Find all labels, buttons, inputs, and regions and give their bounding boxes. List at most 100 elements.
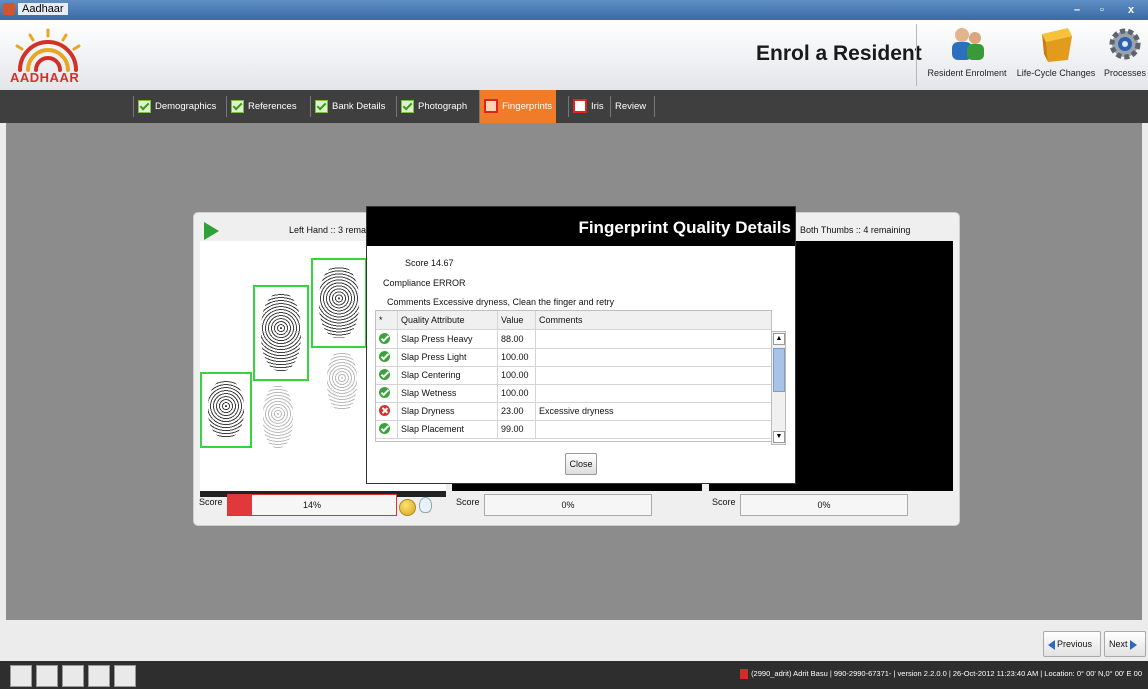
network-icon[interactable] <box>114 665 136 687</box>
people-icon <box>947 24 987 64</box>
attribute-cell: Slap Press Heavy <box>398 330 498 348</box>
close-window-button[interactable]: x <box>1120 2 1142 18</box>
play-icon[interactable] <box>204 222 219 240</box>
printer-icon[interactable] <box>88 665 110 687</box>
scroll-up-icon[interactable]: ▲ <box>773 333 785 345</box>
table-row[interactable]: Slap Centering 100.00 <box>376 366 771 385</box>
tab-references[interactable]: References <box>226 96 301 117</box>
left-hand-label: Left Hand :: 3 remain <box>289 225 374 235</box>
comment-cell <box>536 366 771 384</box>
table-scrollbar[interactable]: ▲ ▼ <box>771 331 786 445</box>
app-header: AADHAAR Enrol a Resident Resident Enrolm… <box>0 20 1148 91</box>
tab-bar: Demographics References Bank Details Pho… <box>0 90 1148 123</box>
page-title: Enrol a Resident <box>756 42 922 65</box>
both-thumbs-label: Both Thumbs :: 4 remaining <box>800 225 911 235</box>
attribute-cell: Slap Placement <box>398 420 498 438</box>
previous-button[interactable]: Previous <box>1043 631 1101 657</box>
tab-label: Bank Details <box>332 101 386 112</box>
nav-label: Resident Enrolment <box>927 68 1007 78</box>
eye-icon[interactable] <box>62 665 84 687</box>
column-header: Value <box>498 311 536 329</box>
table-row[interactable]: Slap Wetness 100.00 <box>376 384 771 403</box>
faint-fingerprint <box>327 351 357 411</box>
arrow-right-icon <box>1129 639 1137 650</box>
attribute-cell: Slap Dryness <box>398 402 498 420</box>
score-label: Score <box>712 497 736 507</box>
check-icon <box>138 99 151 113</box>
table-header: * Quality Attribute Value Comments <box>376 311 771 330</box>
status-flag-icon <box>740 669 749 680</box>
next-button[interactable]: Next <box>1104 631 1146 657</box>
smiley-icon <box>399 499 416 516</box>
value-cell: 99.00 <box>498 420 536 438</box>
value-cell: 100.00 <box>498 348 536 366</box>
table-row[interactable]: Slap Dryness 23.00 Excessive dryness <box>376 402 771 421</box>
pending-box-icon <box>484 99 498 114</box>
close-button[interactable]: Close <box>565 453 597 475</box>
dialog-header: Fingerprint Quality Details <box>367 207 795 246</box>
comment-cell <box>536 420 771 438</box>
value-cell: 23.00 <box>498 402 536 420</box>
score-label: Score <box>456 497 480 507</box>
score-bar-thumbs: 0% <box>740 494 908 516</box>
quality-comments: Comments Excessive dryness, Clean the fi… <box>387 297 615 307</box>
fingerprint-box <box>311 258 367 348</box>
value-cell: 100.00 <box>498 366 536 384</box>
nav-life-cycle-changes[interactable]: Life-Cycle Changes <box>1014 24 1098 78</box>
tab-label: Iris <box>591 101 604 112</box>
nav-label: Life-Cycle Changes <box>1016 68 1096 78</box>
comment-cell <box>536 330 771 348</box>
comment-cell <box>536 348 771 366</box>
table-row[interactable]: Slap Press Light 100.00 <box>376 348 771 367</box>
comment-cell <box>536 384 771 402</box>
minimize-button[interactable]: – <box>1066 2 1088 18</box>
window-titlebar: Aadhaar – ▫ x <box>0 0 1148 20</box>
check-icon <box>231 99 244 113</box>
check-icon <box>401 99 414 113</box>
arrow-left-icon <box>1048 639 1055 650</box>
error-status-icon <box>379 405 390 416</box>
hand-icon[interactable] <box>36 665 58 687</box>
tab-label: Photograph <box>418 101 468 112</box>
tab-photograph[interactable]: Photograph <box>396 96 471 117</box>
ok-status-icon <box>379 369 390 380</box>
header-divider <box>916 24 917 86</box>
score-value: 14% <box>302 500 321 510</box>
tab-review[interactable]: Review <box>610 96 656 117</box>
score-bar-right: 0% <box>484 494 652 516</box>
score-label: Score <box>199 497 223 507</box>
column-header: * <box>376 311 398 329</box>
fingerprint-box <box>253 285 309 381</box>
scroll-thumb[interactable] <box>773 348 785 392</box>
ok-status-icon <box>379 423 390 434</box>
value-cell: 100.00 <box>498 384 536 402</box>
tab-demographics[interactable]: Demographics <box>133 96 220 117</box>
column-header: Quality Attribute <box>398 311 498 329</box>
logo-text: AADHAAR <box>10 70 80 85</box>
tab-label: References <box>248 101 297 112</box>
window-title: Aadhaar <box>18 3 68 15</box>
nav-label: Processes <box>1103 68 1147 78</box>
dialog-title: Fingerprint Quality Details <box>578 218 791 237</box>
column-header: Comments <box>539 315 583 325</box>
nav-resident-enrolment[interactable]: Resident Enrolment <box>926 24 1008 78</box>
restore-button[interactable]: ▫ <box>1091 2 1113 18</box>
tab-fingerprints[interactable]: Fingerprints <box>479 90 557 123</box>
scroll-down-icon[interactable]: ▼ <box>773 431 785 443</box>
faint-fingerprint <box>263 386 293 448</box>
quality-table: * Quality Attribute Value Comments Slap … <box>375 310 772 442</box>
attribute-cell: Slap Centering <box>398 366 498 384</box>
score-value: 0% <box>561 500 575 510</box>
status-text: (2990_adrit) Adrit Basu | 990-2990-67371… <box>740 669 1142 680</box>
operator-icon[interactable] <box>10 665 32 687</box>
comment-cell: Excessive dryness <box>539 406 614 416</box>
tab-iris[interactable]: Iris <box>568 96 608 117</box>
status-details: (2990_adrit) Adrit Basu | 990-2990-67371… <box>751 669 1142 678</box>
tab-bank-details[interactable]: Bank Details <box>310 96 389 117</box>
check-icon <box>315 99 328 113</box>
table-row[interactable]: Slap Placement 99.00 <box>376 420 771 439</box>
nav-processes[interactable]: Processes <box>1102 24 1148 78</box>
pending-box-icon <box>573 99 587 114</box>
table-row[interactable]: Slap Press Heavy 88.00 <box>376 330 771 349</box>
value-cell: 88.00 <box>498 330 536 348</box>
